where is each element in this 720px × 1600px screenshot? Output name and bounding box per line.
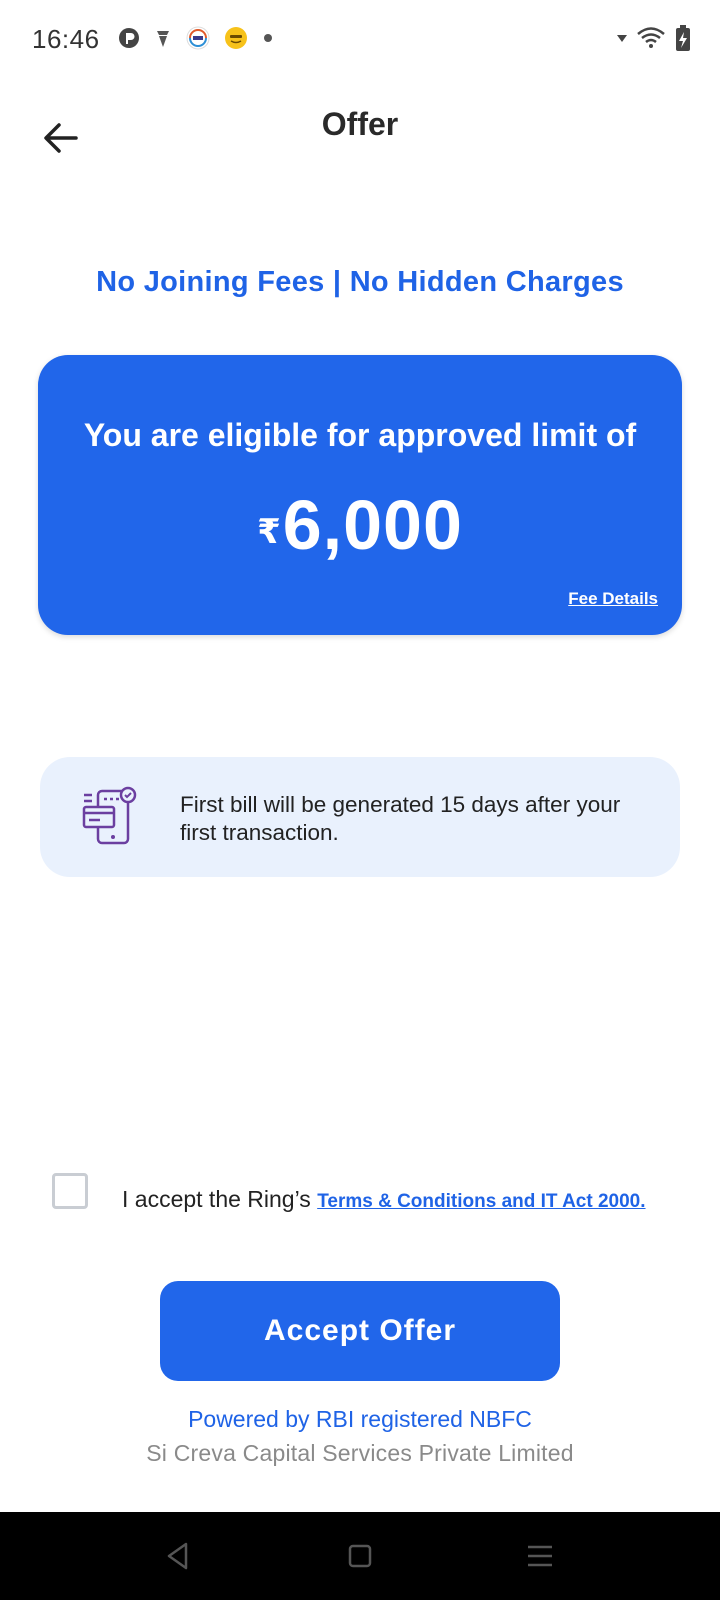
accept-offer-button[interactable]: Accept Offer bbox=[160, 1281, 560, 1381]
battery-charging-icon bbox=[676, 25, 690, 51]
terms-row: I accept the Ring’s Terms & Conditions a… bbox=[0, 1170, 720, 1230]
terms-checkbox[interactable] bbox=[52, 1173, 88, 1209]
p-app-icon bbox=[119, 28, 139, 48]
android-notif-icon bbox=[157, 31, 169, 47]
nav-menu-button[interactable] bbox=[518, 1534, 562, 1578]
status-system-icons bbox=[616, 24, 692, 52]
company-name: Si Creva Capital Services Private Limite… bbox=[146, 1440, 574, 1466]
signal-arrow-icon bbox=[617, 35, 627, 42]
billing-info-box: First bill will be generated 15 days aft… bbox=[40, 757, 680, 877]
fee-details-link[interactable]: Fee Details bbox=[568, 589, 658, 609]
back-triangle-icon bbox=[167, 1542, 188, 1570]
emoji-app-icon bbox=[225, 27, 247, 49]
amount-value: 6,000 bbox=[282, 486, 463, 564]
fees-tagline: No Joining Fees | No Hidden Charges bbox=[96, 266, 624, 298]
terms-conditions-link[interactable]: Terms & Conditions and IT Act 2000. bbox=[317, 1191, 645, 1212]
limit-heading: You are eligible for approved limit of bbox=[83, 417, 637, 453]
status-bar: 16:46 bbox=[0, 0, 720, 80]
page-title: Offer bbox=[321, 106, 399, 142]
nav-back-button[interactable] bbox=[156, 1534, 200, 1578]
home-square-icon bbox=[348, 1544, 372, 1568]
app-bar: Offer bbox=[0, 80, 720, 180]
wifi-icon bbox=[637, 27, 665, 48]
sbi-app-icon bbox=[186, 26, 210, 50]
powered-by-text: Powered by RBI registered NBFC bbox=[188, 1406, 532, 1432]
status-time: 16:46 bbox=[32, 24, 100, 54]
limit-amount: ₹6,000 bbox=[38, 485, 682, 565]
terms-prefix: I accept the Ring’s bbox=[122, 1186, 318, 1212]
billing-info-text: First bill will be generated 15 days aft… bbox=[180, 792, 621, 845]
menu-lines-icon bbox=[528, 1545, 552, 1567]
status-notification-icons bbox=[118, 26, 274, 50]
approved-limit-card: You are eligible for approved limit of ₹… bbox=[38, 355, 682, 635]
dot-icon bbox=[264, 34, 272, 42]
rupee-symbol: ₹ bbox=[257, 513, 281, 551]
terms-text: I accept the Ring’s Terms & Conditions a… bbox=[122, 1186, 646, 1213]
nav-home-button[interactable] bbox=[338, 1534, 382, 1578]
system-nav-bar bbox=[0, 1512, 720, 1600]
bill-phone-icon bbox=[82, 786, 137, 845]
